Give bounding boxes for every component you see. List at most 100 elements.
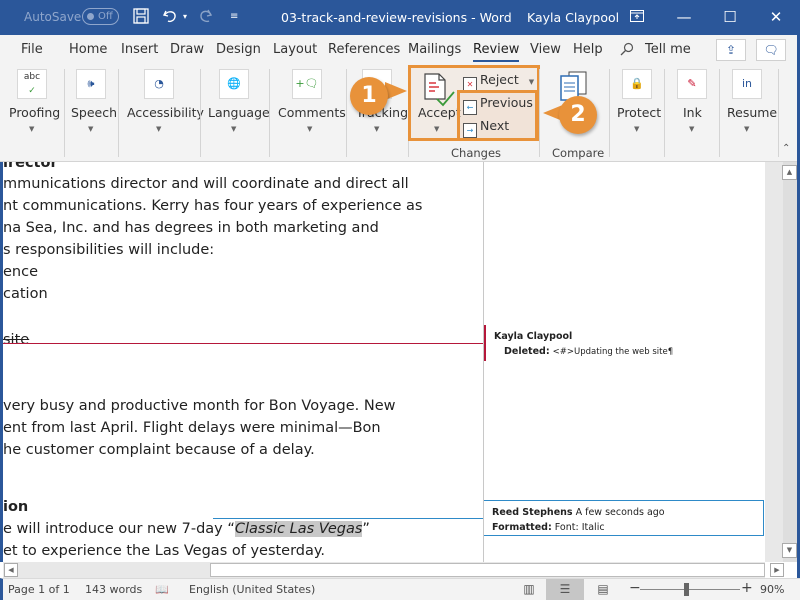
proofing-button[interactable]: abc ✓ Proofing ▼ (0, 65, 64, 160)
text-run: e will introduce our new 7-day “ (3, 521, 235, 537)
scroll-right-arrow[interactable]: ▶ (770, 563, 784, 577)
callout-badge-2: 2 (559, 96, 597, 134)
protect-lock-icon: 🔒 (622, 69, 652, 99)
tab-layout[interactable]: Layout (273, 42, 317, 57)
redo-icon[interactable] (197, 8, 215, 29)
text-run: ” (362, 521, 370, 537)
chevron-down-icon: ▼ (434, 125, 440, 133)
previous-change-icon: ← (463, 100, 477, 115)
spelling-check-icon: abc ✓ (17, 69, 47, 99)
zoom-slider-thumb[interactable] (684, 583, 689, 596)
ribbon-display-options-icon[interactable] (617, 4, 657, 30)
zoom-in-button[interactable]: + (741, 580, 753, 596)
tab-help[interactable]: Help (573, 42, 603, 57)
undo-icon[interactable] (162, 8, 180, 29)
tab-review[interactable]: Review (473, 42, 520, 62)
scroll-down-arrow[interactable]: ▼ (782, 543, 797, 558)
proofing-status-icon[interactable]: 📖 (155, 583, 169, 596)
accessibility-label: Accessibility (127, 105, 204, 120)
horizontal-scrollbar[interactable]: ◀ ▶ (3, 562, 784, 578)
minimize-button[interactable]: — (664, 4, 704, 30)
tell-me-search[interactable]: Tell me (645, 42, 691, 57)
paragraph-line: s responsibilities will include: (3, 242, 215, 258)
language-button[interactable]: 🌐 Language ▼ (201, 65, 270, 160)
revision-detail: Formatted: Font: Italic (492, 520, 755, 535)
search-icon[interactable] (620, 42, 634, 60)
zoom-slider[interactable] (640, 589, 740, 590)
chevron-down-icon: ▼ (231, 125, 237, 133)
scrollbar-track[interactable] (783, 162, 797, 562)
paragraph-line: et to experience the Las Vegas of yester… (3, 543, 326, 559)
user-name[interactable]: Kayla Claypool (527, 10, 619, 25)
tab-references[interactable]: References (328, 42, 400, 57)
accept-label: Accept (418, 105, 461, 120)
language-status[interactable]: English (United States) (189, 583, 315, 596)
tab-view[interactable]: View (530, 42, 561, 57)
speech-button[interactable]: 🕪 Speech ▼ (65, 65, 118, 160)
share-button[interactable]: ⇪ (716, 39, 746, 61)
ribbon: abc ✓ Proofing ▼ 🕪 Speech ▼ ◔ Accessibili… (0, 65, 800, 162)
markup-pane: Kayla Claypool Deleted: <#>Updating the … (483, 162, 765, 562)
paragraph-line: nt communications. Kerry has four years … (3, 198, 423, 214)
revision-balloon-deleted[interactable]: Kayla Claypool Deleted: <#>Updating the … (484, 325, 764, 361)
toggle-knob (87, 13, 94, 20)
compare-group-label: Compare (552, 146, 605, 160)
resume-label: Resume (727, 105, 778, 120)
revision-balloon-formatted[interactable]: Reed Stephens A few seconds ago Formatte… (484, 500, 764, 536)
paragraph-line: e will introduce our new 7-day “Classic … (3, 521, 370, 537)
scroll-left-arrow[interactable]: ◀ (4, 563, 18, 577)
word-count[interactable]: 143 words (85, 583, 142, 596)
changes-group-label: Changes (451, 146, 502, 160)
chevron-down-icon: ▼ (374, 125, 380, 133)
reject-button[interactable]: ✕ Reject ▼ (463, 72, 534, 92)
tab-design[interactable]: Design (216, 42, 261, 57)
protect-label: Protect (617, 105, 662, 120)
tab-file[interactable]: File (21, 42, 43, 57)
revision-author: Kayla Claypool (494, 331, 573, 342)
accessibility-button[interactable]: ◔ Accessibility ▼ (119, 65, 204, 160)
language-globe-icon: 🌐 (219, 69, 249, 99)
chevron-down-icon: ▼ (689, 125, 695, 133)
collapse-ribbon-icon[interactable]: ⌃ (782, 143, 790, 154)
comments-label: Comments (278, 105, 346, 120)
document-page[interactable]: irector mmunications director and will c… (0, 162, 483, 562)
protect-button[interactable]: 🔒 Protect ▼ (610, 65, 664, 160)
save-icon[interactable] (133, 8, 149, 29)
new-comment-icon: +🗨 (292, 69, 322, 99)
resume-button[interactable]: in Resume ▼ (720, 65, 778, 160)
scrollbar-thumb[interactable] (210, 563, 765, 577)
ink-button[interactable]: ✎ Ink ▼ (665, 65, 719, 160)
maximize-button[interactable]: ☐ (710, 4, 750, 30)
revision-detail: Deleted: <#>Updating the web site¶ (494, 344, 756, 360)
close-button[interactable]: ✕ (756, 4, 796, 30)
page-count[interactable]: Page 1 of 1 (8, 583, 70, 596)
ink-pen-icon: ✎ (677, 69, 707, 99)
heading: ion (3, 499, 29, 515)
zoom-out-button[interactable]: − (629, 580, 641, 596)
undo-dropdown-icon[interactable]: ▾ (183, 8, 187, 26)
vertical-scrollbar[interactable]: ▲ ▼ (765, 162, 797, 562)
read-mode-icon[interactable]: ▥ (510, 579, 548, 600)
next-label: Next (480, 118, 510, 133)
autosave-toggle[interactable]: Off (82, 8, 119, 25)
next-change-button[interactable]: → Next (463, 118, 509, 138)
customize-toolbar-icon[interactable]: ≡ (230, 8, 238, 26)
comments-button[interactable]: 🗨 (756, 39, 786, 61)
revision-action: Formatted: (492, 522, 552, 533)
web-layout-icon[interactable]: ▤ (584, 579, 622, 600)
tab-home[interactable]: Home (69, 42, 107, 57)
comments-group-button[interactable]: +🗨 Comments ▼ (270, 65, 346, 160)
callout-pointer (385, 82, 407, 100)
previous-change-button[interactable]: ← Previous (463, 95, 533, 115)
chevron-down-icon: ▼ (156, 125, 162, 133)
tab-mailings[interactable]: Mailings (408, 42, 461, 57)
tab-insert[interactable]: Insert (121, 42, 158, 57)
zoom-level[interactable]: 90% (760, 583, 784, 596)
revision-author: Reed Stephens (492, 507, 573, 518)
tab-draw[interactable]: Draw (170, 42, 204, 57)
chevron-down-icon: ▼ (307, 125, 313, 133)
scroll-up-arrow[interactable]: ▲ (782, 165, 797, 180)
chevron-down-icon: ▼ (744, 125, 750, 133)
heading: irector (3, 162, 58, 171)
print-layout-icon[interactable]: ☰ (546, 579, 584, 600)
